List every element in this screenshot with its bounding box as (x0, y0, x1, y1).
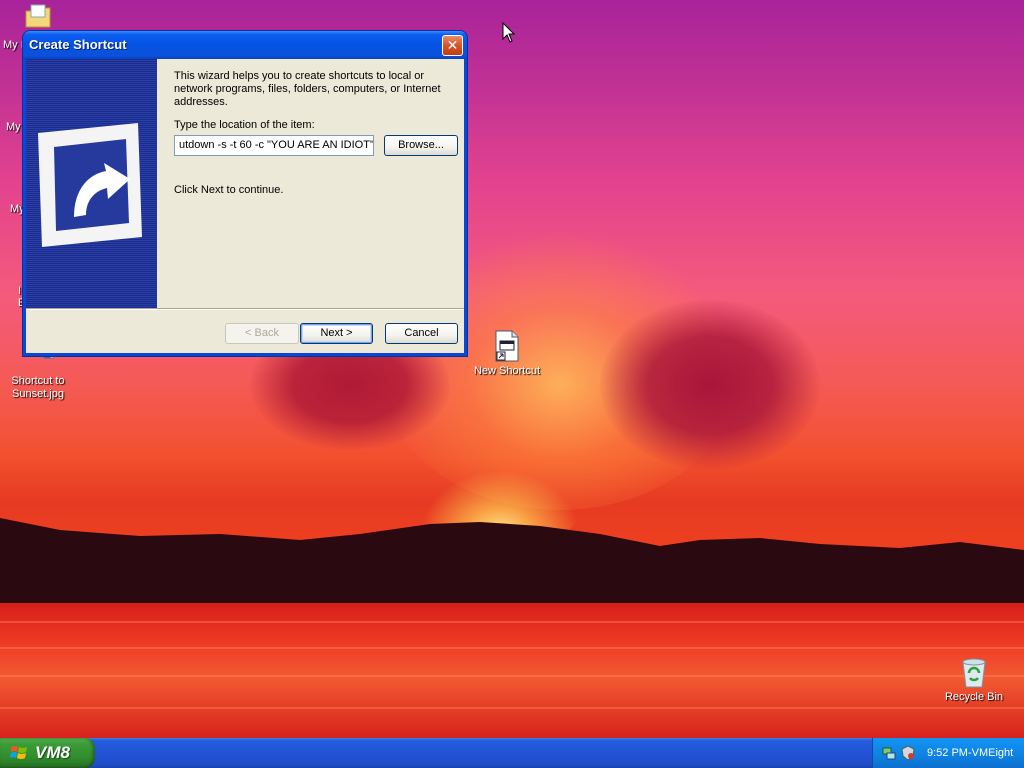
start-button[interactable]: VM8 (0, 738, 95, 768)
desktop-icon-label: Shortcut to (11, 375, 65, 387)
wallpaper-cloud (600, 300, 820, 470)
security-icon[interactable] (900, 745, 916, 761)
desktop-icon-label: Recycle Bin (944, 691, 1004, 703)
generic-file-icon (491, 330, 523, 362)
clock[interactable]: 9:52 PM-VMEight (927, 747, 1013, 759)
start-label: VM8 (35, 743, 70, 762)
wallpaper-hills (0, 518, 1024, 610)
back-button[interactable]: < Back (225, 323, 299, 344)
shortcut-arrow-icon (38, 123, 142, 247)
desktop-icon-label: New Shortcut (473, 365, 541, 377)
close-button[interactable]: ✕ (442, 35, 463, 56)
dialog-title: Create Shortcut (29, 37, 127, 52)
desktop-icon-label[interactable]: I (18, 285, 21, 297)
network-icon[interactable] (881, 745, 897, 761)
close-icon: ✕ (446, 38, 459, 54)
location-input[interactable]: utdown -s -t 60 -c "YOU ARE AN IDIOT" (174, 135, 374, 156)
browse-button[interactable]: Browse... (384, 135, 458, 156)
button-separator (26, 308, 464, 310)
taskbar: VM8 9:52 PM-VMEight (0, 738, 1024, 768)
wallpaper-water (0, 603, 1024, 738)
dialog-title-bar[interactable]: Create Shortcut ✕ (23, 31, 467, 59)
windows-logo-icon (10, 746, 27, 759)
desktop-icon-recycle-bin[interactable]: Recycle Bin (936, 656, 1012, 704)
mouse-pointer-icon (502, 22, 516, 43)
next-button[interactable]: Next > (300, 323, 373, 344)
recycle-bin-icon (958, 656, 990, 688)
wizard-banner (26, 59, 157, 308)
desktop-icon-label[interactable]: My I (3, 39, 24, 51)
desktop-icon-label[interactable]: My (6, 121, 21, 133)
cancel-button[interactable]: Cancel (385, 323, 458, 344)
wizard-intro-text: This wizard helps you to create shortcut… (174, 70, 441, 108)
continue-instruction: Click Next to continue. (174, 184, 284, 196)
system-tray: 9:52 PM-VMEight (872, 738, 1024, 768)
desktop-icon-label: Sunset.jpg (12, 388, 64, 400)
dialog-body: This wizard helps you to create shortcut… (26, 59, 464, 353)
desktop-icon-new-shortcut[interactable]: New Shortcut (469, 330, 545, 378)
location-label: Type the location of the item: (174, 119, 315, 131)
my-documents-icon[interactable] (24, 3, 52, 29)
create-shortcut-dialog: Create Shortcut ✕ This wizard helps you … (23, 31, 467, 356)
